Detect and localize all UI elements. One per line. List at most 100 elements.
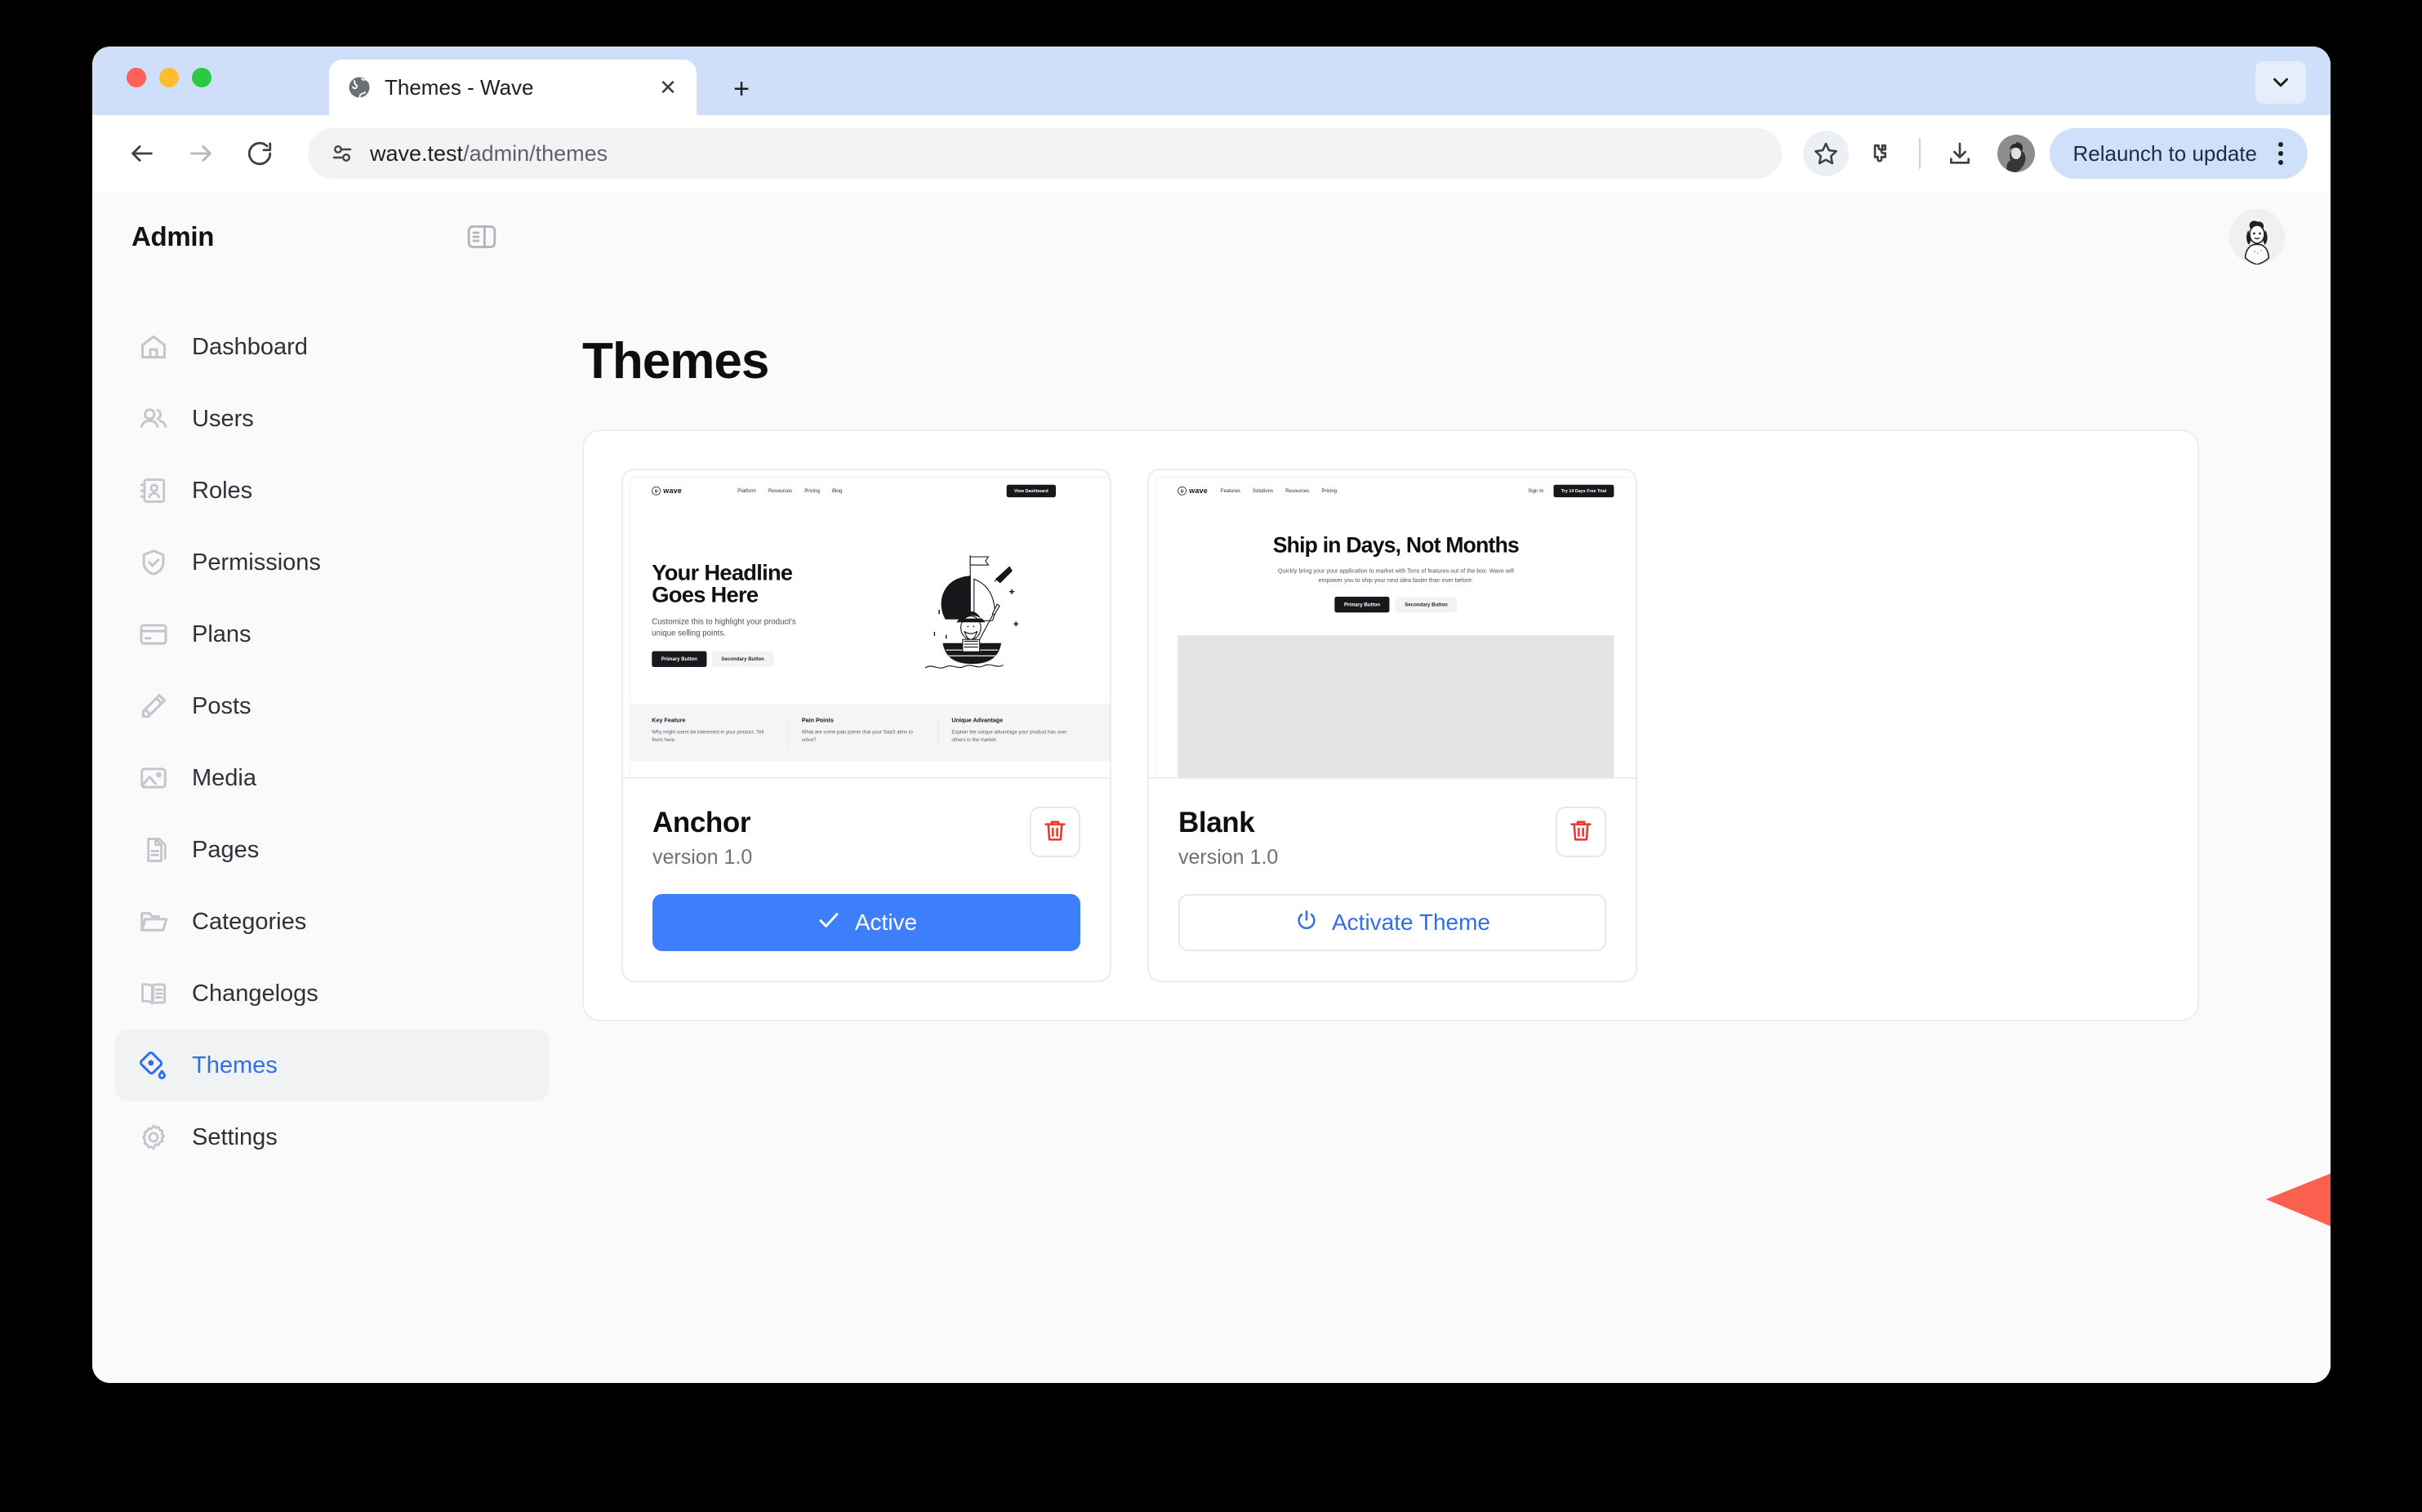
maximize-window-button[interactable] [192, 68, 211, 87]
preview-nav-link: Resources [768, 487, 793, 494]
wave-logo-text: wave [663, 487, 682, 496]
tab-search-chevron-down-icon[interactable] [2255, 61, 2306, 104]
preview-signin-link: Sign In [1528, 487, 1544, 494]
sidebar-item-roles[interactable]: Roles [115, 455, 550, 527]
main-content: Themes wave Platform Resources Pricing B… [582, 282, 2331, 1383]
preview-nav-link: Platform [737, 487, 756, 494]
toolbar-divider [1919, 138, 1921, 169]
preview-primary-button: Primary Button [1334, 596, 1390, 613]
contact-book-icon [136, 474, 171, 508]
preview-nav-links: Platform Resources Pricing Blog [737, 488, 842, 494]
trash-icon [1568, 817, 1594, 847]
browser-window: Themes - Wave ✕ + wave.test/admin/themes… [92, 47, 2331, 1383]
shield-check-icon [136, 545, 171, 580]
chrome-menu-kebab-icon[interactable] [2265, 138, 2296, 169]
open-book-icon [136, 976, 171, 1011]
preview-feature-strip: Key Feature Why might users be intereste… [630, 703, 1110, 762]
theme-name: Anchor [652, 807, 751, 838]
relaunch-label: Relaunch to update [2073, 140, 2257, 166]
browser-tab[interactable]: Themes - Wave ✕ [329, 60, 697, 115]
admin-header: Admin [92, 192, 2331, 282]
sidebar-item-permissions[interactable]: Permissions [115, 527, 550, 598]
web-page: Admin Dashboard Users Roles Permissions … [92, 192, 2331, 1383]
sidebar-item-posts[interactable]: Posts [115, 670, 550, 742]
forward-button[interactable] [176, 128, 226, 179]
preview-nav-link: Pricing [1321, 487, 1338, 494]
browser-tab-strip: Themes - Wave ✕ + [92, 47, 2331, 115]
preview-cta-button: View Dashboard [1006, 484, 1056, 497]
wave-logo-mark [1178, 486, 1187, 496]
sidebar-item-media[interactable]: Media [115, 742, 550, 814]
page-title-admin: Admin [131, 221, 215, 251]
sidebar-item-themes[interactable]: Themes [115, 1029, 550, 1101]
preview-subheadline: Quickly bring your your application to m… [1277, 567, 1514, 584]
theme-card-anchor[interactable]: wave Platform Resources Pricing Blog Vie… [621, 469, 1111, 982]
site-settings-icon[interactable] [326, 137, 358, 170]
power-icon [1294, 908, 1319, 938]
sidebar-item-dashboard[interactable]: Dashboard [115, 311, 550, 383]
theme-card-blank[interactable]: wave Features Solutions Resources Pricin… [1147, 469, 1637, 982]
theme-card-body: Anchor version 1.0 Active [623, 779, 1110, 981]
sidebar-item-label: Posts [192, 692, 252, 719]
preview-feature-title: Unique Advantage [951, 717, 1004, 724]
back-button[interactable] [117, 128, 167, 179]
paint-tag-icon [136, 1048, 171, 1083]
sidebar-item-changelogs[interactable]: Changelogs [115, 958, 550, 1029]
bookmark-star-icon[interactable] [1803, 131, 1850, 176]
new-tab-button[interactable]: + [725, 73, 758, 105]
sidebar-item-label: Themes [192, 1052, 278, 1078]
delete-theme-button[interactable] [1030, 807, 1080, 857]
theme-preview-anchor: wave Platform Resources Pricing Blog Vie… [623, 470, 1110, 779]
sidebar-item-label: Roles [192, 477, 253, 504]
downloads-icon[interactable] [1937, 131, 1983, 176]
extensions-puzzle-icon[interactable] [1857, 131, 1903, 176]
admin-body: Dashboard Users Roles Permissions Plans … [92, 282, 2331, 1383]
sidebar-item-categories[interactable]: Categories [115, 886, 550, 958]
image-icon [136, 761, 171, 795]
page-title: Themes [582, 333, 769, 389]
preview-feature-desc: Explain the unique advantage your produc… [951, 729, 1067, 743]
preview-feature-desc: What are some pain points that your SaaS… [801, 729, 913, 743]
preview-image-placeholder [1178, 635, 1614, 777]
preview-feature-title: Pain Points [801, 717, 834, 724]
close-window-button[interactable] [127, 68, 146, 87]
theme-name: Blank [1178, 807, 1255, 838]
theme-active-button[interactable]: Active [652, 894, 1080, 951]
minimize-window-button[interactable] [159, 68, 179, 87]
wave-logo: wave [652, 486, 682, 496]
preview-feature: Pain Points What are some pain points th… [789, 717, 939, 748]
wave-logo-mark [652, 486, 661, 496]
sidebar-nav: Dashboard Users Roles Permissions Plans … [92, 282, 582, 1383]
sidebar-item-pages[interactable]: Pages [115, 814, 550, 886]
sidebar-item-label: Changelogs [192, 980, 318, 1007]
delete-theme-button[interactable] [1556, 807, 1606, 857]
sidebar-item-plans[interactable]: Plans [115, 598, 550, 670]
theme-preview-blank: wave Features Solutions Resources Pricin… [1149, 470, 1636, 779]
preview-feature: Unique Advantage Explain the unique adva… [939, 717, 1089, 747]
activate-theme-button[interactable]: Activate Theme [1178, 894, 1606, 951]
theme-version: version 1.0 [1178, 846, 1279, 869]
relaunch-to-update-button[interactable]: Relaunch to update [2050, 128, 2308, 179]
preview-nav-link: Resources [1285, 487, 1310, 494]
address-bar[interactable]: wave.test/admin/themes [308, 128, 1783, 179]
folder-icon [136, 905, 171, 939]
gear-icon [136, 1120, 171, 1154]
preview-nav-link: Features [1220, 487, 1240, 494]
sidebar-item-label: Categories [192, 908, 307, 935]
browser-profile-avatar[interactable] [1997, 135, 2036, 172]
preview-subheadline: Customize this to highlight your product… [652, 616, 796, 638]
preview-secondary-button: Secondary Button [1395, 596, 1458, 613]
sidebar-item-users[interactable]: Users [115, 383, 550, 455]
theme-action-label: Activate Theme [1331, 909, 1491, 935]
close-tab-button[interactable]: ✕ [654, 73, 682, 101]
user-avatar[interactable] [2229, 209, 2285, 265]
preview-feature-desc: Why might users be interested in your pr… [652, 729, 764, 743]
sidebar-item-label: Users [192, 405, 254, 432]
sidebar-item-settings[interactable]: Settings [115, 1101, 550, 1173]
address-bar-url: wave.test/admin/themes [370, 140, 608, 166]
pirate-ship-illustration [851, 547, 1088, 682]
trash-icon [1042, 817, 1068, 847]
preview-nav: wave Features Solutions Resources Pricin… [1156, 478, 1636, 505]
reload-button[interactable] [234, 128, 285, 179]
sidebar-panel-toggle-icon[interactable] [464, 219, 500, 255]
